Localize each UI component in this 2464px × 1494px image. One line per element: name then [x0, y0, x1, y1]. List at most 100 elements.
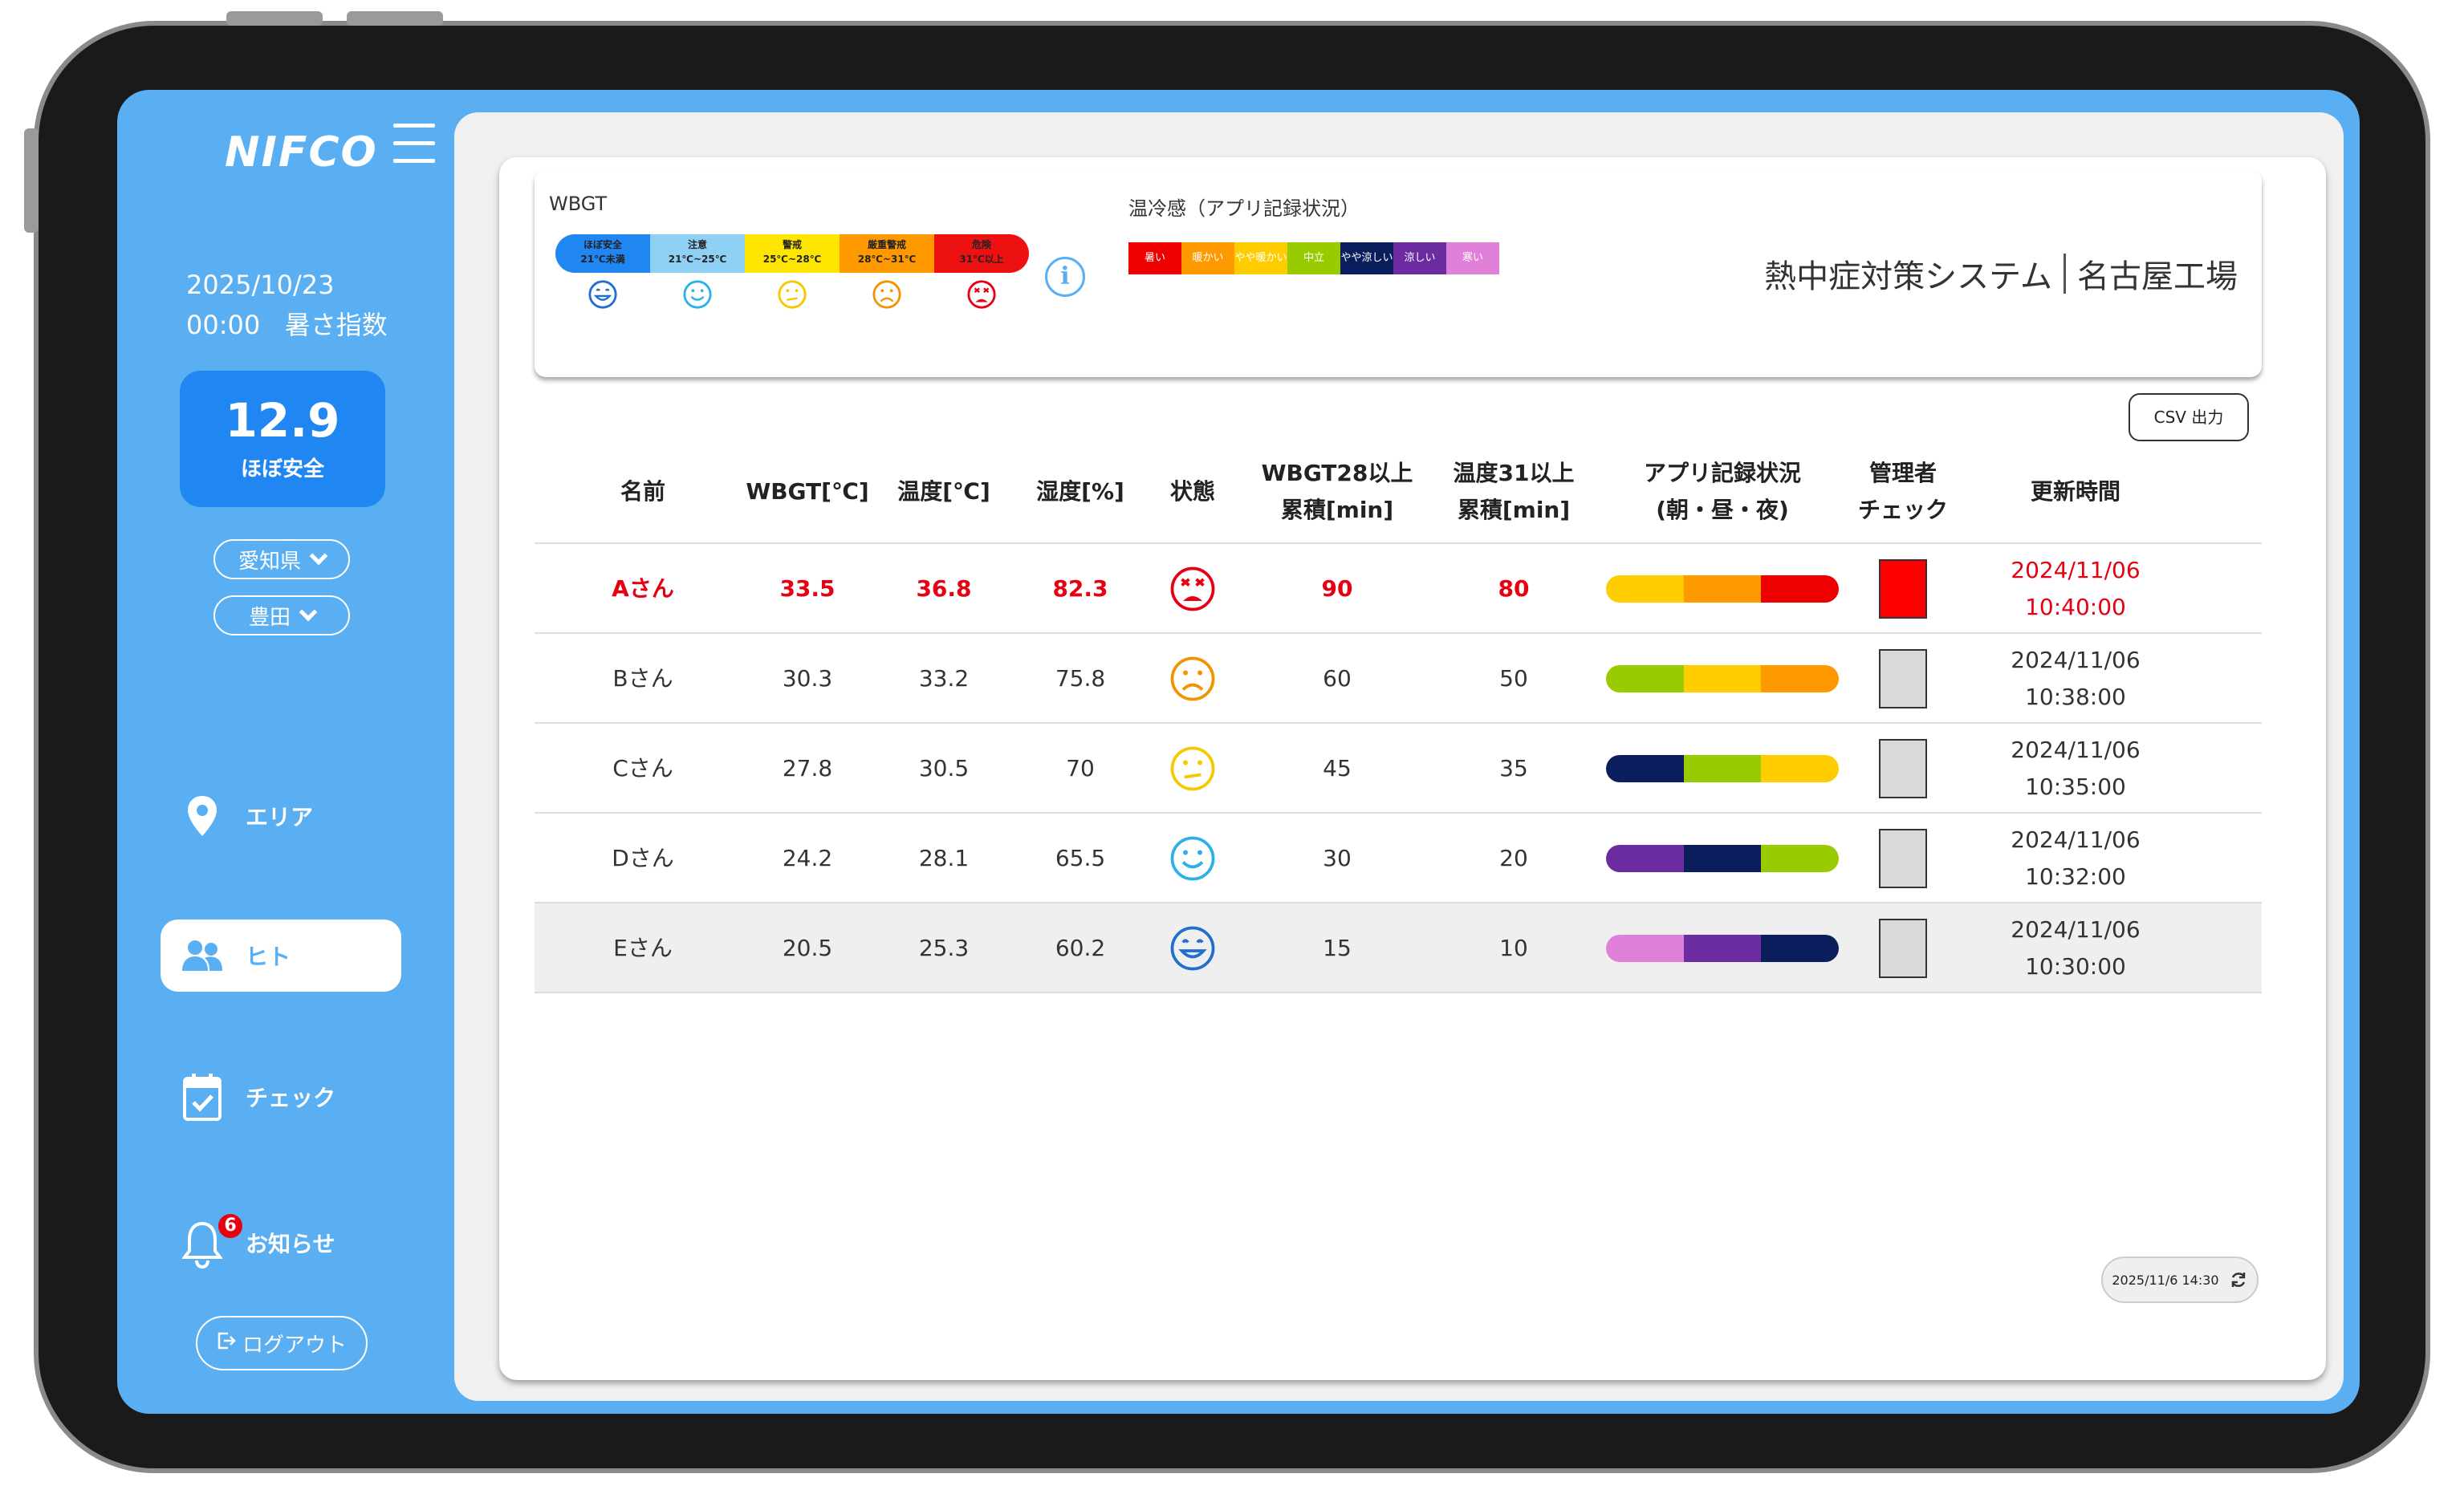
cell-app-record [1602, 634, 1843, 724]
csv-export-button[interactable]: CSV 出力 [2129, 393, 2249, 441]
table-row[interactable]: Cさん 27.8 30.5 70 45 35 2024/11/06 10:35:0… [535, 724, 2262, 814]
cell-humidity: 70 [1066, 755, 1095, 782]
cell-temp: 30.5 [918, 755, 970, 782]
cell-wbgt28: 15 [1323, 935, 1352, 961]
feel-hot: 暑い [1128, 242, 1181, 274]
cell-wbgt28: 30 [1323, 845, 1352, 871]
current-date: 2025/10/23 [186, 270, 335, 300]
current-wbgt-status: ほぼ安全 [240, 457, 324, 481]
refresh-icon [2231, 1273, 2245, 1287]
cell-updated: 2024/11/06 10:35:00 [2011, 737, 2141, 800]
wbgt-level-caution: 警戒 25℃~28℃ [745, 234, 840, 273]
logout-button[interactable]: ログアウト [196, 1316, 368, 1370]
cell-admin-check [1843, 724, 1963, 814]
nav-item-area[interactable]: エリア [161, 780, 401, 852]
chevron-down-icon [299, 603, 318, 622]
heat-index-label: 暑さ指数 [284, 310, 388, 340]
cell-admin-check [1843, 903, 1963, 993]
wbgt-level-attention: 注意 21℃~25℃ [650, 234, 745, 273]
cell-name: Aさん [612, 575, 674, 602]
cell-updated: 2024/11/06 10:32:00 [2011, 826, 2141, 890]
cell-wbgt: 27.8 [782, 755, 833, 782]
app-record-bar [1606, 665, 1839, 692]
people-icon [178, 939, 226, 972]
admin-check-box[interactable] [1879, 649, 1927, 708]
tablet-volume-button [226, 11, 323, 26]
nav-item-people[interactable]: ヒト [161, 920, 401, 992]
feel-level-bar: 暑い 暖かい やや暖かい 中立 やや涼しい 涼しい 寒い [1128, 242, 1499, 274]
header-state: 状態 [1169, 478, 1215, 505]
severe-caution-face-icon [872, 280, 901, 309]
notification-count-badge: 6 [218, 1214, 242, 1238]
chevron-down-icon [309, 546, 328, 566]
admin-check-box[interactable] [1879, 739, 1927, 798]
cell-updated: 2024/11/06 10:38:00 [2011, 647, 2141, 710]
bell-icon: 6 [178, 1214, 242, 1269]
tablet-power-button [347, 11, 443, 26]
severe-caution-face-icon [1170, 656, 1215, 701]
cell-wbgt: 33.5 [779, 575, 836, 602]
cell-state [1145, 634, 1241, 724]
wbgt-level-bar: ほぼ安全 21℃未満 注意 21℃~25℃ 警戒 25℃~28℃ 厳重警戒 28℃~31… [555, 234, 1029, 273]
header-name: 名前 [620, 478, 665, 505]
admin-check-box[interactable] [1879, 919, 1927, 978]
cell-state [1145, 724, 1241, 814]
cell-temp31: 80 [1498, 575, 1530, 602]
attention-face-icon [1170, 836, 1215, 881]
cell-wbgt28: 60 [1323, 665, 1352, 692]
wbgt-level-severe: 厳重警戒 28℃~31℃ [840, 234, 934, 273]
cell-humidity: 60.2 [1055, 935, 1106, 961]
table-row[interactable]: Aさん 33.5 36.8 82.3 90 80 2024/11/06 10:40… [535, 544, 2262, 634]
info-icon[interactable]: i [1045, 257, 1085, 297]
feel-warm: 暖かい [1181, 242, 1234, 274]
current-wbgt-value: 12.9 [225, 393, 340, 448]
current-datetime: 2025/10/23 00:00 暑さ指数 [186, 265, 388, 345]
cell-admin-check [1843, 634, 1963, 724]
cell-wbgt: 30.3 [782, 665, 833, 692]
caution-face-icon [1170, 746, 1215, 791]
cell-name: Dさん [612, 845, 674, 871]
cell-updated: 2024/11/06 10:40:00 [2011, 557, 2141, 620]
cell-temp31: 50 [1499, 665, 1528, 692]
app-record-bar [1606, 845, 1839, 872]
cell-app-record [1602, 724, 1843, 814]
logout-label: ログアウト [242, 1333, 347, 1358]
cell-temp31: 20 [1499, 845, 1528, 871]
city-value: 豊田 [248, 605, 291, 630]
current-wbgt-card: 12.9 ほぼ安全 [180, 371, 385, 507]
nav-item-check[interactable]: チェック [161, 1061, 401, 1133]
table-row[interactable]: Bさん 30.3 33.2 75.8 60 50 2024/11/06 10:38… [535, 634, 2262, 724]
header-wbgt: WBGT[℃] [746, 478, 869, 505]
wbgt-level-safe: ほぼ安全 21℃未満 [555, 234, 650, 273]
caution-face-icon [778, 280, 807, 309]
nav-label-people: ヒト [246, 944, 291, 970]
table-row[interactable]: Eさん 20.5 25.3 60.2 15 10 2024/11/06 10:30… [535, 903, 2262, 993]
admin-check-box[interactable] [1879, 559, 1927, 619]
cell-app-record [1602, 903, 1843, 993]
prefecture-select[interactable]: 愛知県 [213, 539, 350, 579]
admin-check-box[interactable] [1879, 829, 1927, 888]
city-select[interactable]: 豊田 [213, 595, 350, 635]
logout-icon [217, 1331, 236, 1356]
cell-wbgt28: 45 [1323, 755, 1352, 782]
cell-wbgt: 20.5 [782, 935, 833, 961]
tablet-side-button [24, 128, 39, 233]
cell-wbgt28: 90 [1321, 575, 1353, 602]
app-record-bar [1606, 575, 1839, 603]
table-row[interactable]: Dさん 24.2 28.1 65.5 30 20 2024/11/06 10:32… [535, 814, 2262, 903]
cell-wbgt: 24.2 [782, 845, 833, 871]
refresh-button[interactable]: 2025/11/6 14:30 [2101, 1257, 2259, 1303]
cell-name: Cさん [612, 755, 673, 782]
wbgt-legend-title: WBGT [549, 193, 608, 215]
current-time: 00:00 [186, 310, 261, 340]
cell-name: Bさん [612, 665, 673, 692]
header-humidity: 湿度[%] [1036, 478, 1124, 505]
cell-humidity: 82.3 [1052, 575, 1108, 602]
hamburger-menu-icon[interactable] [393, 124, 435, 165]
table-header: 名前 WBGT[℃] 温度[℃] 湿度[%] 状態 WBGT28以上 累積[min… [535, 440, 2262, 544]
header-app-record: アプリ記録状況 (朝・昼・夜) [1643, 460, 1801, 523]
feel-cold: 寒い [1446, 242, 1499, 274]
nav-label-notifications: お知らせ [246, 1231, 335, 1257]
wbgt-level-danger: 危険 31℃以上 [934, 234, 1029, 273]
nav-item-notifications[interactable]: 6 お知らせ [161, 1207, 401, 1279]
